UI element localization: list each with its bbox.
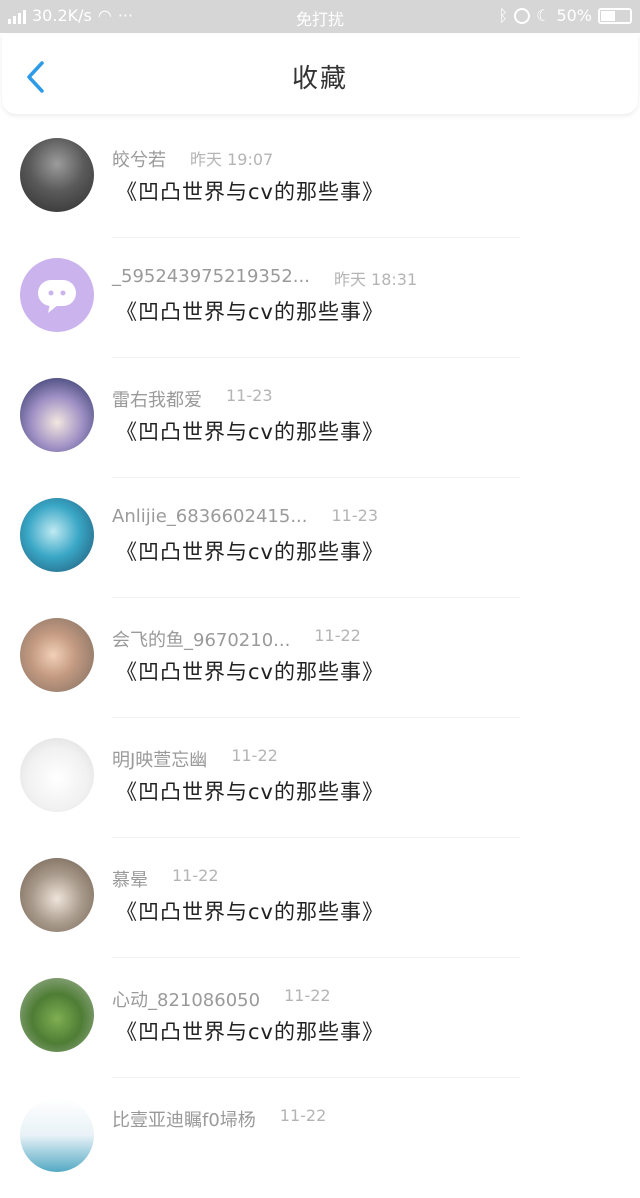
avatar: [20, 138, 94, 212]
timestamp: 11-22: [314, 626, 361, 645]
user-name: 雷右我都爱: [112, 390, 202, 411]
battery-icon: [598, 7, 632, 24]
list-item[interactable]: 雷右我都爱 11-23 《凹凸世界与cv的那些事》: [0, 358, 640, 478]
chat-bubble-icon: [38, 280, 76, 313]
user-name: 会飞的鱼_9670210...: [112, 630, 291, 651]
timestamp: 11-22: [284, 986, 331, 1005]
timestamp: 11-22: [279, 1106, 327, 1125]
favorite-title: 《凹凸世界与cv的那些事》: [116, 300, 384, 324]
avatar: [20, 618, 94, 692]
status-right: ᛒ ☾ 50%: [498, 6, 632, 25]
avatar: [20, 498, 94, 572]
moon-icon: ☾: [536, 6, 551, 25]
user-name: 皎兮若: [112, 150, 166, 171]
list-item[interactable]: 心动_821086050 11-22 《凹凸世界与cv的那些事》: [0, 958, 640, 1078]
user-name: 慕晕: [112, 870, 148, 891]
timestamp: 昨天 18:31: [333, 270, 418, 289]
timestamp: 11-23: [331, 506, 379, 525]
timestamp: 11-22: [231, 746, 278, 765]
favorite-title: 《凹凸世界与cv的那些事》: [116, 780, 384, 804]
alarm-icon: [514, 7, 531, 24]
page-title: 收藏: [291, 64, 348, 94]
favorite-title: 《凹凸世界与cv的那些事》: [116, 900, 384, 924]
timestamp: 昨天 19:07: [190, 150, 274, 169]
favorite-title: 《凹凸世界与cv的那些事》: [116, 180, 384, 204]
avatar: [20, 738, 94, 812]
status-bar: 30.2K/s ◠ ··· 免打扰 ᛒ ☾ 50%: [0, 0, 640, 33]
favorite-title: 《凹凸世界与cv的那些事》: [116, 1020, 384, 1044]
favorites-list: 皎兮若 昨天 19:07 《凹凸世界与cv的那些事》 _595243975219…: [0, 118, 640, 1198]
favorite-title: 《凹凸世界与cv的那些事》: [116, 660, 384, 684]
list-item[interactable]: _595243975219352... 昨天 18:31 《凹凸世界与cv的那些…: [0, 238, 640, 358]
list-item[interactable]: 会飞的鱼_9670210... 11-22 《凹凸世界与cv的那些事》: [0, 598, 640, 718]
avatar: [20, 858, 94, 932]
timestamp: 11-22: [172, 866, 219, 885]
user-name: Anlijie_6836602415...: [112, 506, 308, 527]
user-name: 明J映萱忘幽: [112, 750, 208, 771]
avatar: [20, 258, 94, 332]
list-item[interactable]: 比壹亚迪瞩f0埽杨 11-22: [0, 1078, 640, 1198]
battery-percent: 50%: [556, 6, 592, 25]
navigation-header: 收藏: [2, 34, 638, 114]
timestamp: 11-23: [226, 386, 273, 405]
bluetooth-icon: ᛒ: [498, 6, 509, 25]
avatar: [20, 978, 94, 1052]
user-name: 心动_821086050: [112, 990, 261, 1011]
list-item[interactable]: 慕晕 11-22 《凹凸世界与cv的那些事》: [0, 838, 640, 958]
list-item[interactable]: 明J映萱忘幽 11-22 《凹凸世界与cv的那些事》: [0, 718, 640, 838]
list-item[interactable]: Anlijie_6836602415... 11-23 《凹凸世界与cv的那些事…: [0, 478, 640, 598]
favorite-title: 《凹凸世界与cv的那些事》: [116, 420, 384, 444]
avatar: [20, 1098, 94, 1172]
avatar: [20, 378, 94, 452]
user-name: _595243975219352...: [112, 266, 310, 287]
list-item[interactable]: 皎兮若 昨天 19:07 《凹凸世界与cv的那些事》: [0, 118, 640, 238]
user-name: 比壹亚迪瞩f0埽杨: [112, 1110, 256, 1131]
favorite-title: 《凹凸世界与cv的那些事》: [116, 540, 384, 564]
